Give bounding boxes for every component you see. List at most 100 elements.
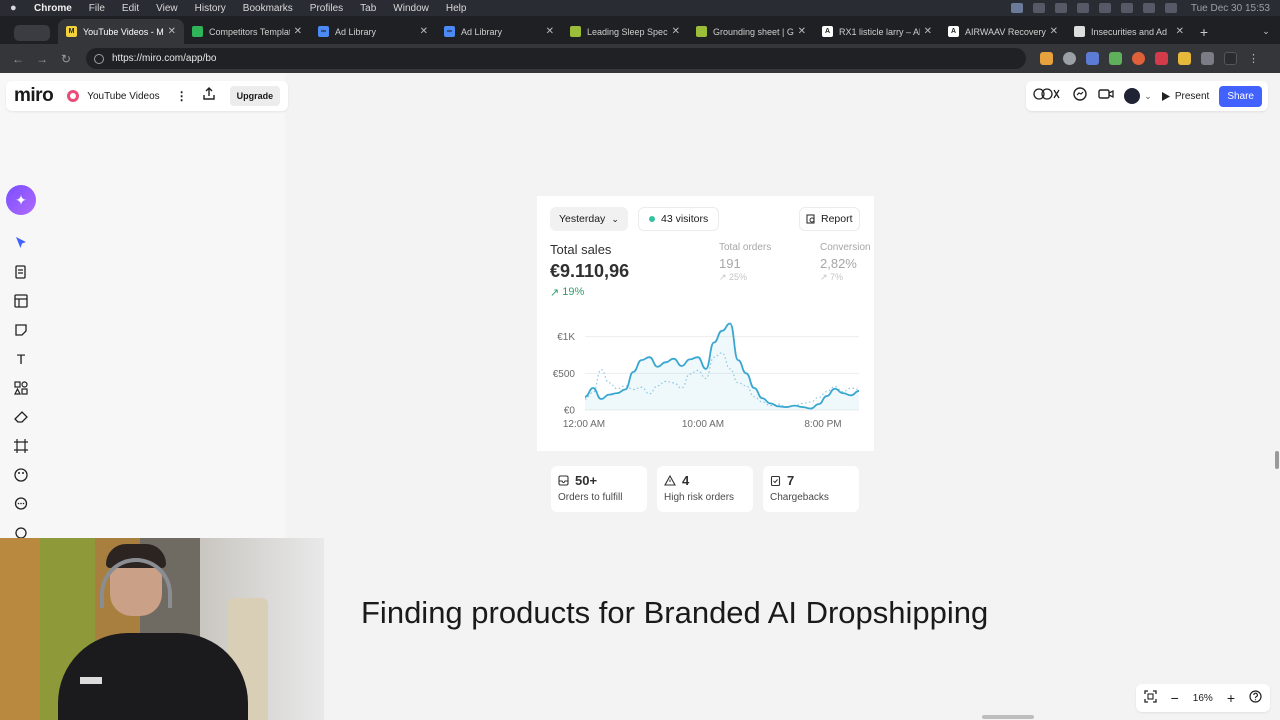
- browser-tab[interactable]: A AIRWAAV Recovery ✕: [940, 19, 1066, 44]
- extension-icon[interactable]: [1155, 52, 1168, 65]
- extension-icon[interactable]: [1063, 52, 1076, 65]
- back-arrow-icon[interactable]: ←: [8, 52, 28, 66]
- browser-tab[interactable]: Competitors Templat ✕: [184, 19, 310, 44]
- menu-edit[interactable]: Edit: [122, 3, 139, 14]
- sticky-note-icon[interactable]: [12, 321, 30, 339]
- tab-close-icon[interactable]: ✕: [1176, 26, 1184, 37]
- conversion-value: 2,82%: [820, 256, 857, 271]
- select-cursor-icon[interactable]: [12, 234, 30, 252]
- extension-icon[interactable]: [1178, 52, 1191, 65]
- zoom-out-button[interactable]: −: [1171, 690, 1179, 706]
- menu-history[interactable]: History: [195, 3, 226, 14]
- status-icon[interactable]: [1120, 3, 1133, 13]
- forward-arrow-icon[interactable]: →: [32, 52, 52, 66]
- extension-icon[interactable]: [1132, 52, 1145, 65]
- visitors-badge[interactable]: 43 visitors: [638, 207, 720, 231]
- tab-close-icon[interactable]: ✕: [924, 26, 932, 37]
- tab-close-icon[interactable]: ✕: [546, 26, 554, 37]
- inbox-icon: [558, 475, 569, 486]
- tab-close-icon[interactable]: ✕: [672, 26, 680, 37]
- tab-close-icon[interactable]: ✕: [168, 26, 176, 37]
- user-avatar[interactable]: [1124, 88, 1141, 104]
- browser-tab[interactable]: Leading Sleep Speci ✕: [562, 19, 688, 44]
- fit-to-screen-icon[interactable]: [1143, 690, 1157, 706]
- board-menu-icon[interactable]: ⋮: [176, 89, 188, 103]
- menu-profiles[interactable]: Profiles: [310, 3, 343, 14]
- extension-icon[interactable]: [1109, 52, 1122, 65]
- site-info-icon[interactable]: [94, 53, 104, 64]
- menu-view[interactable]: View: [156, 3, 178, 14]
- help-icon[interactable]: [1249, 690, 1262, 706]
- browser-tab[interactable]: Grounding sheet | Gr ✕: [688, 19, 814, 44]
- reactions-icon[interactable]: [1032, 87, 1062, 106]
- tab-close-icon[interactable]: ✕: [420, 26, 428, 37]
- tab-close-icon[interactable]: ✕: [294, 26, 302, 37]
- menu-file[interactable]: File: [89, 3, 105, 14]
- status-icon[interactable]: [1010, 3, 1023, 13]
- status-icon[interactable]: [1164, 3, 1177, 13]
- browser-tab[interactable]: Insecurities and Ad ✕: [1066, 19, 1192, 44]
- extensions-puzzle-icon[interactable]: [1201, 52, 1214, 65]
- webcam-overlay: [0, 538, 324, 720]
- status-icon[interactable]: [1076, 3, 1089, 13]
- address-bar[interactable]: https://miro.com/app/bo: [86, 48, 1026, 69]
- extension-icon[interactable]: [1040, 52, 1053, 65]
- tab-list-chevron-icon[interactable]: ⌄: [1252, 19, 1280, 44]
- text-tool-icon[interactable]: T: [12, 350, 30, 368]
- horizontal-scrollbar[interactable]: [982, 715, 1034, 719]
- browser-tab[interactable]: ∞ Ad Library ✕: [310, 19, 436, 44]
- menu-window[interactable]: Window: [393, 3, 429, 14]
- menu-tab[interactable]: Tab: [360, 3, 376, 14]
- miro-logo[interactable]: miro: [14, 85, 54, 107]
- frame-icon[interactable]: [12, 437, 30, 455]
- chevron-down-icon[interactable]: ⌄: [1144, 91, 1152, 102]
- menu-help[interactable]: Help: [446, 3, 467, 14]
- status-icon[interactable]: [1054, 3, 1067, 13]
- new-tab-button[interactable]: +: [1192, 19, 1216, 44]
- export-icon[interactable]: [202, 86, 216, 106]
- templates-icon[interactable]: [12, 263, 30, 281]
- board-name[interactable]: YouTube Videos: [87, 91, 159, 102]
- period-selector[interactable]: Yesterday ⌄: [550, 207, 628, 231]
- share-button[interactable]: Share: [1219, 85, 1262, 107]
- total-orders-change: ↗ 25%: [719, 272, 748, 282]
- browser-menu-icon[interactable]: ⋮: [1247, 52, 1260, 65]
- ai-sparkle-icon[interactable]: ✦: [6, 185, 36, 215]
- menu-app-name[interactable]: Chrome: [34, 3, 72, 14]
- browser-tab[interactable]: ∞ Ad Library ✕: [436, 19, 562, 44]
- comment-icon[interactable]: [12, 495, 30, 513]
- frame-layout-icon[interactable]: [12, 292, 30, 310]
- status-icon[interactable]: [1142, 3, 1155, 13]
- tab-search-button[interactable]: [6, 22, 58, 44]
- high-risk-orders-card[interactable]: 4 High risk orders: [657, 466, 753, 512]
- menubar-clock[interactable]: Tue Dec 30 15:53: [1191, 3, 1270, 14]
- browser-tab[interactable]: M YouTube Videos - Mi ✕: [58, 19, 184, 44]
- present-button[interactable]: Present: [1161, 91, 1209, 102]
- chargebacks-card[interactable]: 7 Chargebacks: [763, 466, 859, 512]
- tab-close-icon[interactable]: ✕: [798, 26, 806, 37]
- eraser-icon[interactable]: [12, 408, 30, 426]
- status-icon[interactable]: [1032, 3, 1045, 13]
- tab-close-icon[interactable]: ✕: [1050, 26, 1058, 37]
- menu-bookmarks[interactable]: Bookmarks: [243, 3, 293, 14]
- report-button[interactable]: Report: [799, 207, 860, 231]
- zoom-level[interactable]: 16%: [1193, 693, 1213, 704]
- extension-icon[interactable]: [1086, 52, 1099, 65]
- apple-icon[interactable]: ●: [10, 2, 22, 14]
- sales-dashboard-card[interactable]: Yesterday ⌄ 43 visitors Report Total sal…: [537, 196, 874, 451]
- browser-tab[interactable]: A RX1 listicle larry – All ✕: [814, 19, 940, 44]
- vertical-scrollbar[interactable]: [1275, 451, 1279, 469]
- board-headline-text[interactable]: Finding products for Branded AI Dropship…: [361, 595, 988, 631]
- palette-icon[interactable]: [12, 466, 30, 484]
- tab-favicon-icon: A: [948, 26, 959, 37]
- status-icon[interactable]: [1098, 3, 1111, 13]
- video-call-icon[interactable]: [1098, 87, 1114, 106]
- tab-favicon-icon: [696, 26, 707, 37]
- profile-avatar[interactable]: [1224, 52, 1237, 65]
- zoom-in-button[interactable]: +: [1227, 690, 1235, 706]
- shapes-icon[interactable]: [12, 379, 30, 397]
- upgrade-button[interactable]: Upgrade: [229, 86, 281, 106]
- reload-icon[interactable]: ↻: [56, 52, 76, 66]
- chat-icon[interactable]: [1072, 86, 1088, 107]
- orders-to-fulfill-card[interactable]: 50+ Orders to fulfill: [551, 466, 647, 512]
